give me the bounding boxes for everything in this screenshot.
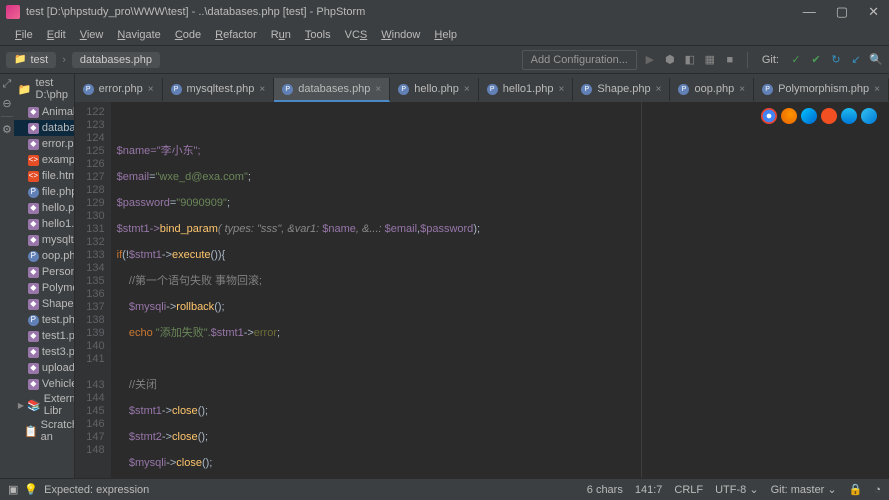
browser-preview-icons (761, 108, 877, 124)
menu-vcs[interactable]: VCS (338, 27, 375, 43)
search-icon[interactable]: 🔍 (869, 53, 883, 67)
coverage-icon[interactable]: ◧ (683, 53, 697, 67)
close-tab-icon[interactable]: × (656, 84, 662, 95)
profiler-icon[interactable]: ▦ (703, 53, 717, 67)
status-position[interactable]: 141:7 (635, 484, 663, 496)
status-hint: Expected: expression (44, 484, 149, 496)
toolbar: test › databases.php Add Configuration..… (0, 46, 889, 74)
breadcrumb-file[interactable]: databases.php (72, 52, 160, 68)
tree-item[interactable]: ◆Animal.p (14, 104, 74, 120)
debug-icon[interactable]: ⬢ (663, 53, 677, 67)
tree-item[interactable]: ◆upload.p (14, 360, 74, 376)
menu-bar: File Edit View Navigate Code Refactor Ru… (0, 24, 889, 46)
git-update-icon[interactable]: ↙ (849, 53, 863, 67)
status-branch[interactable]: Git: master ⌄ (771, 483, 837, 496)
edge-icon[interactable] (861, 108, 877, 124)
tree-item[interactable]: ◆database (14, 120, 74, 136)
close-tab-icon[interactable]: × (464, 84, 470, 95)
external-libraries[interactable]: ▶📚 External Libr (14, 392, 74, 418)
tree-root[interactable]: 📁 test D:\php (14, 74, 74, 104)
menu-help[interactable]: Help (427, 27, 464, 43)
code-editor[interactable]: $name="李小东"; $email="wxe_d@exa.com"; $pa… (111, 102, 889, 478)
stop-icon[interactable]: ■ (723, 53, 737, 67)
tree-item[interactable]: ◆Vehicle.p (14, 376, 74, 392)
status-chars: 6 chars (587, 484, 623, 496)
editor-tab[interactable]: Pmysqltest.php× (163, 78, 275, 102)
window-title: test [D:\phpstudy_pro\WWW\test] - ..\dat… (26, 6, 803, 18)
close-tab-icon[interactable]: × (874, 84, 880, 95)
status-inspector-icon[interactable]: ◔ (874, 484, 881, 496)
breadcrumb-folder[interactable]: test (6, 52, 56, 68)
close-tab-icon[interactable]: × (739, 84, 745, 95)
tree-item[interactable]: ◆hello.ph (14, 200, 74, 216)
menu-navigate[interactable]: Navigate (110, 27, 167, 43)
collapse-icon[interactable]: ⊖ (2, 97, 11, 110)
close-tab-icon[interactable]: × (375, 84, 381, 95)
menu-run[interactable]: Run (264, 27, 298, 43)
editor-tab[interactable]: Phello1.php× (479, 78, 574, 102)
tree-item[interactable]: ◆test3.ph (14, 344, 74, 360)
git-push-icon[interactable]: ✔ (809, 53, 823, 67)
editor-tab[interactable]: Perror.php× (75, 78, 163, 102)
menu-view[interactable]: View (73, 27, 111, 43)
phpstorm-icon (6, 5, 20, 19)
project-tree: 📁 test D:\php ◆Animal.p◆database◆error.p… (14, 74, 75, 478)
editor-tab[interactable]: Pdatabases.php× (274, 78, 390, 102)
editor-tab[interactable]: Phello.php× (390, 78, 479, 102)
editor-tab[interactable]: PPolymorphism.php× (754, 78, 889, 102)
tree-item[interactable]: <>example. (14, 152, 74, 168)
run-icon[interactable]: ▶ (643, 53, 657, 67)
status-encoding[interactable]: UTF-8 ⌄ (715, 483, 758, 496)
menu-refactor[interactable]: Refactor (208, 27, 264, 43)
tree-item[interactable]: ◆test1.ph (14, 328, 74, 344)
menu-window[interactable]: Window (374, 27, 427, 43)
menu-edit[interactable]: Edit (40, 27, 73, 43)
ie-icon[interactable] (841, 108, 857, 124)
tree-item[interactable]: Poop.php (14, 248, 74, 264)
scratches[interactable]: 📋 Scratches an (14, 418, 74, 444)
tree-item[interactable]: ◆Shape.ph (14, 296, 74, 312)
add-configuration-button[interactable]: Add Configuration... (522, 50, 637, 70)
tree-item[interactable]: Ptest.php (14, 312, 74, 328)
maximize-button[interactable]: ▢ (836, 4, 848, 20)
firefox-icon[interactable] (781, 108, 797, 124)
tree-item[interactable]: ◆error.ph (14, 136, 74, 152)
git-commit-icon[interactable]: ✓ (789, 53, 803, 67)
hint-bulb-icon[interactable]: 💡 (24, 483, 38, 496)
status-eol[interactable]: CRLF (674, 484, 703, 496)
git-label: Git: (762, 54, 779, 66)
expand-all-icon[interactable]: ⤢ (3, 78, 12, 91)
breadcrumb: test › databases.php (6, 52, 522, 68)
breadcrumb-sep: › (62, 54, 66, 66)
close-window-button[interactable]: ✕ (868, 4, 879, 20)
editor-tab[interactable]: PShape.php× (573, 78, 670, 102)
menu-tools[interactable]: Tools (298, 27, 338, 43)
chrome-icon[interactable] (761, 108, 777, 124)
menu-file[interactable]: File (8, 27, 40, 43)
opera-icon[interactable] (821, 108, 837, 124)
editor-tab[interactable]: Poop.php× (670, 78, 754, 102)
tree-item[interactable]: ◆Polymor (14, 280, 74, 296)
tool-window-icon[interactable]: ▣ (8, 483, 18, 496)
git-history-icon[interactable]: ↻ (829, 53, 843, 67)
close-tab-icon[interactable]: × (259, 84, 265, 95)
line-gutter: 1221231241251261271281291301311321331341… (75, 102, 111, 478)
close-tab-icon[interactable]: × (148, 84, 154, 95)
status-bar: ▣ 💡 Expected: expression 6 chars 141:7 C… (0, 478, 889, 500)
tree-item[interactable]: ◆Person.p (14, 264, 74, 280)
tree-item[interactable]: Pfile.php (14, 184, 74, 200)
gear-icon[interactable]: ⚙ (2, 123, 12, 136)
minimize-button[interactable]: — (803, 4, 816, 20)
tool-strip: ⤢ ⊖ ⚙ (0, 74, 14, 478)
tree-item[interactable]: ◆hello1.ph (14, 216, 74, 232)
safari-icon[interactable] (801, 108, 817, 124)
close-tab-icon[interactable]: × (559, 84, 565, 95)
title-bar: test [D:\phpstudy_pro\WWW\test] - ..\dat… (0, 0, 889, 24)
status-lock-icon[interactable]: 🔒 (849, 483, 863, 496)
tree-item[interactable]: <>file.html (14, 168, 74, 184)
tree-item[interactable]: ◆mysqltes (14, 232, 74, 248)
menu-code[interactable]: Code (168, 27, 208, 43)
editor-tabs: Perror.php×Pmysqltest.php×Pdatabases.php… (75, 74, 889, 102)
